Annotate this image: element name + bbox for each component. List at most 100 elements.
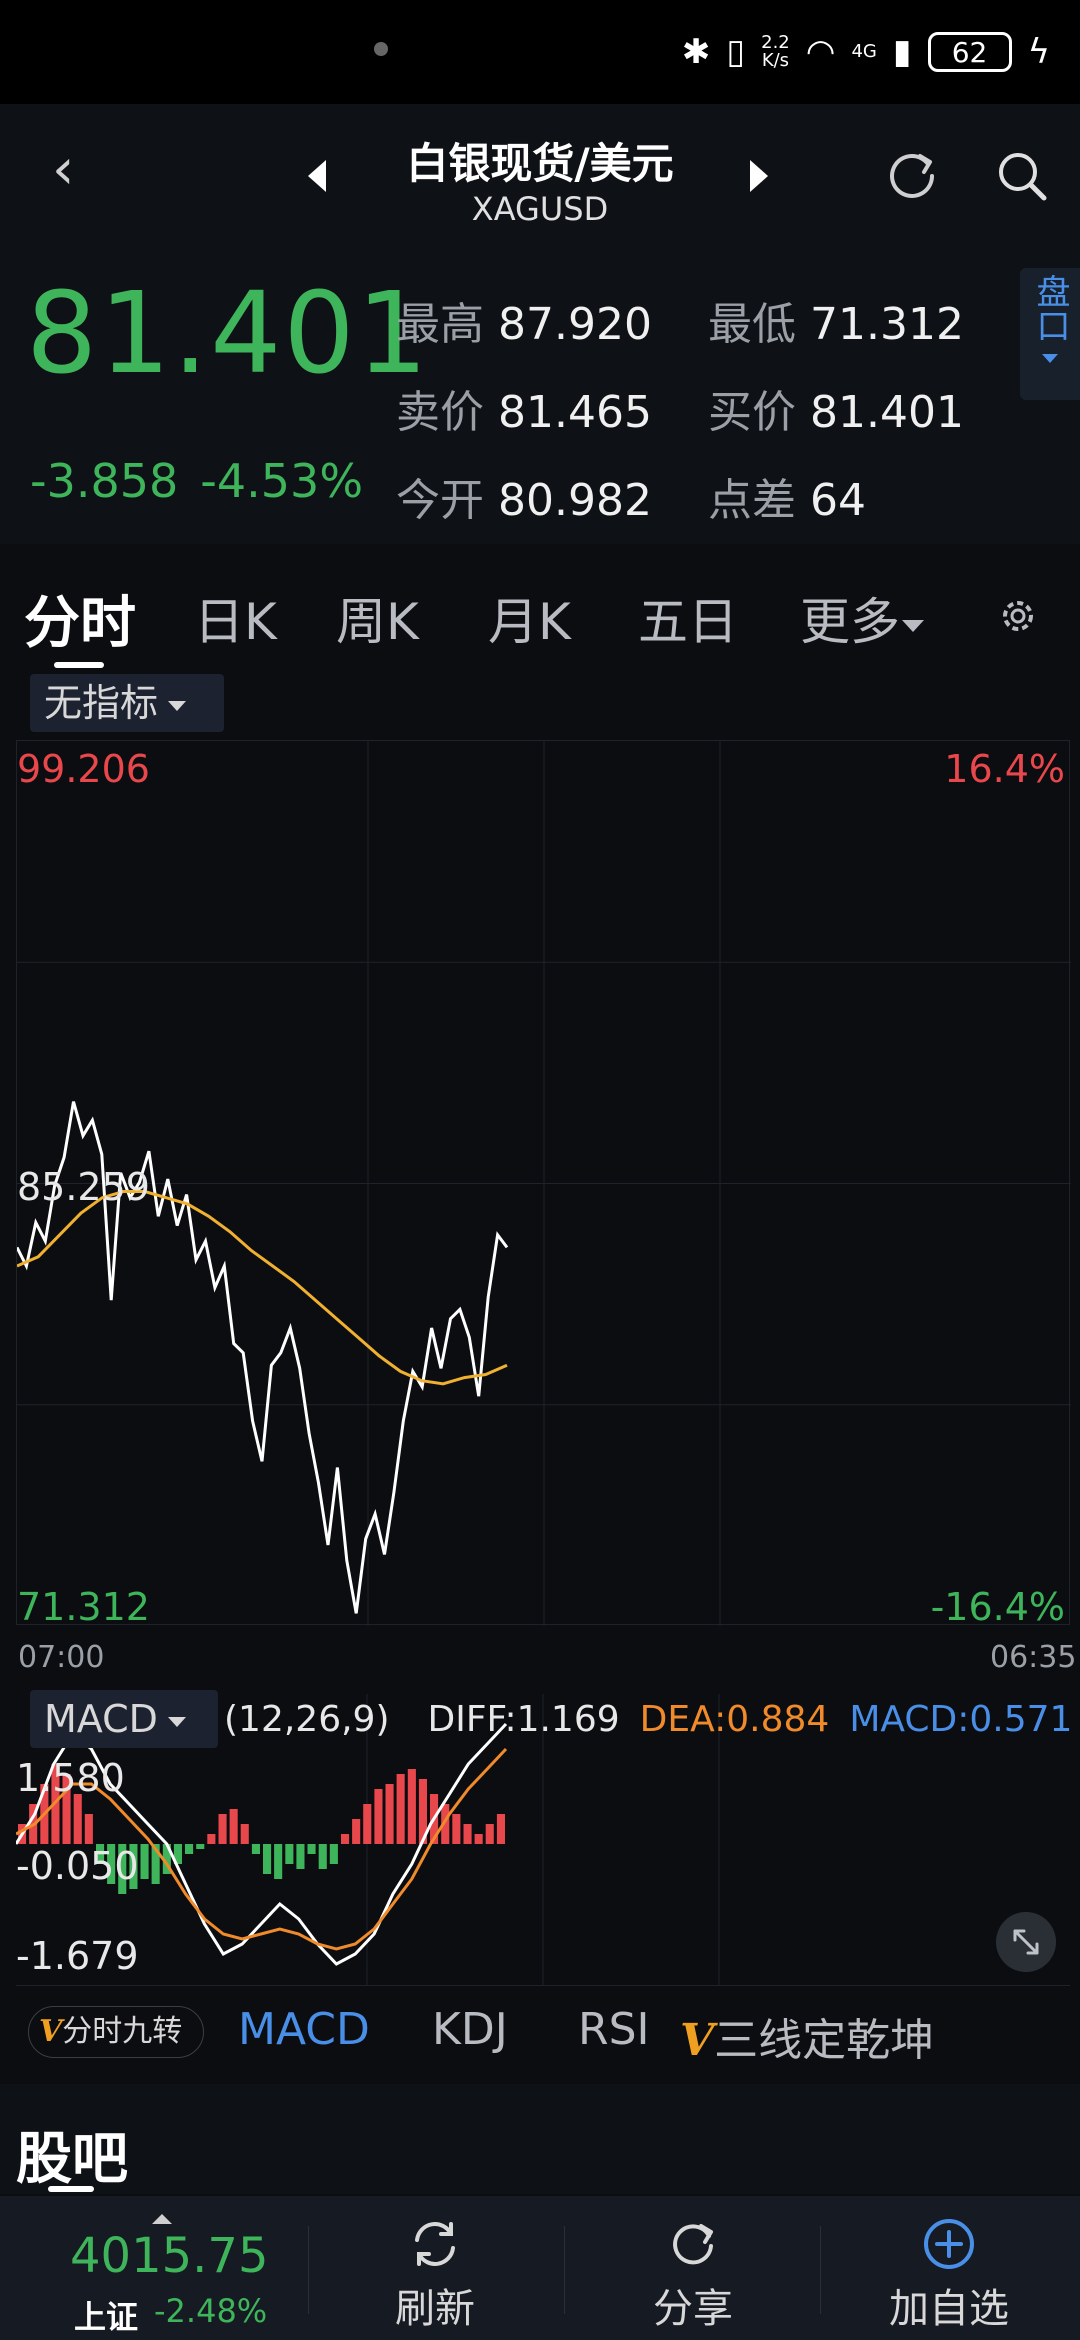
- bid-item: 买价 81.401: [708, 387, 964, 438]
- bottom-bar: 4015.75 上证 -2.48% 刷新 分享 加自选: [0, 2196, 1080, 2340]
- macd-bar: [296, 1844, 305, 1869]
- gear-icon[interactable]: [996, 594, 1040, 638]
- ind-tab-kdj[interactable]: KDJ: [432, 2004, 508, 2055]
- index-value[interactable]: 4015.75: [70, 2228, 269, 2284]
- macd-bar: [474, 1834, 483, 1844]
- refresh-button[interactable]: 刷新: [350, 2216, 520, 2334]
- add-watchlist-label: 加自选: [889, 2286, 1009, 2332]
- prev-instrument-icon[interactable]: [308, 160, 326, 192]
- macd-bar: [140, 1844, 149, 1879]
- tab-underline: [54, 662, 104, 668]
- tab-more[interactable]: 更多: [800, 582, 924, 654]
- time-end: 06:35: [990, 1640, 1077, 1675]
- ind-tab-sanxian[interactable]: V三线定乾坤: [680, 2004, 934, 2068]
- jiuzhuan-pill[interactable]: V分时九转: [28, 2006, 204, 2058]
- forum-title[interactable]: 股吧: [16, 2114, 128, 2195]
- ind-tab-rsi[interactable]: RSI: [578, 2004, 649, 2055]
- add-watchlist-button[interactable]: 加自选: [864, 2216, 1034, 2334]
- macd-bar: [396, 1774, 405, 1844]
- page-title: 白银现货/美元: [406, 139, 674, 188]
- ask-item: 卖价 81.465: [396, 387, 652, 438]
- divider: [820, 2226, 821, 2314]
- macd-dropdown[interactable]: MACD: [30, 1690, 218, 1748]
- search-icon[interactable]: [994, 148, 1050, 204]
- share-icon: [673, 2224, 713, 2265]
- y-axis-top: 99.206: [17, 747, 150, 791]
- macd-axis-bottom: -1.679: [16, 1934, 139, 1978]
- chevron-down-icon: [902, 619, 924, 632]
- quote-panel: 81.401 -3.858 -4.53% 最高 87.920 最低 71.312 卖价…: [0, 224, 1080, 544]
- macd-bar: [374, 1789, 383, 1844]
- pct-axis-top: 16.4%: [944, 747, 1065, 791]
- chevron-up-icon[interactable]: [152, 2214, 172, 2224]
- macd-params: (12,26,9): [224, 1698, 390, 1740]
- tab-weekly-k[interactable]: 周K: [336, 582, 419, 654]
- macd-bar: [318, 1844, 327, 1869]
- spread-item: 点差 64: [708, 475, 866, 526]
- macd-axis-top: 1.580: [16, 1756, 125, 1800]
- chevron-down-icon: [167, 1716, 186, 1727]
- status-bar: ✱ ▯ 2.2 K/s ◠ 4G ▮ 62 ϟ: [0, 0, 1080, 104]
- macd-bar: [185, 1844, 194, 1854]
- macd-bar: [307, 1844, 316, 1854]
- wifi-icon: ◠: [805, 32, 836, 72]
- time-start: 07:00: [18, 1640, 105, 1675]
- share-button[interactable]: 分享: [608, 2216, 778, 2334]
- high-item: 最高 87.920: [396, 299, 652, 350]
- chart-grid: [17, 741, 1071, 1626]
- macd-bar: [196, 1844, 205, 1849]
- low-item: 最低 71.312: [708, 299, 964, 350]
- tab-daily-k[interactable]: 日K: [194, 582, 277, 654]
- macd-bar: [84, 1814, 93, 1844]
- macd-bar: [329, 1844, 338, 1864]
- macd-bar: [251, 1844, 260, 1854]
- tab-monthly-k[interactable]: 月K: [488, 582, 571, 654]
- order-book-button[interactable]: 盘口: [1020, 268, 1080, 400]
- net-speed: 2.2 K/s: [761, 32, 790, 71]
- macd-bar: [218, 1814, 227, 1844]
- v-logo-icon: V: [680, 2015, 715, 2066]
- refresh-label: 刷新: [395, 2286, 475, 2332]
- ind-tab-macd[interactable]: MACD: [238, 2004, 370, 2055]
- symbol-code: XAGUSD: [471, 190, 609, 228]
- tab-intraday[interactable]: 分时: [24, 578, 136, 659]
- tab-five-day[interactable]: 五日: [638, 582, 738, 654]
- change-percent: -4.53%: [200, 454, 364, 508]
- macd-axis-mid: -0.050: [16, 1844, 139, 1888]
- indicator-dropdown[interactable]: 无指标: [30, 674, 224, 732]
- macd-bar: [463, 1824, 472, 1844]
- back-icon[interactable]: ‹: [52, 142, 74, 198]
- refresh-icon: [415, 2222, 455, 2266]
- macd-bar: [363, 1804, 372, 1844]
- y-axis-bottom: 71.312: [17, 1585, 150, 1629]
- expand-icon[interactable]: [996, 1912, 1056, 1972]
- divider: [564, 2226, 565, 2314]
- price-change: -3.858 -4.53%: [30, 454, 385, 508]
- macd-bar: [285, 1844, 294, 1864]
- index-name: 上证: [74, 2298, 139, 2336]
- signal-icon: ▮: [892, 32, 912, 72]
- last-price: 81.401: [26, 269, 430, 399]
- chart-tabs: 分时 日K 周K 月K 五日 更多: [0, 556, 1080, 668]
- macd-bar: [496, 1814, 505, 1844]
- macd-bar: [240, 1824, 249, 1844]
- refresh-icon[interactable]: [884, 146, 940, 202]
- chevron-down-icon: [1042, 354, 1058, 363]
- pct-axis-bottom: -16.4%: [930, 1585, 1065, 1629]
- chevron-down-icon: [168, 700, 187, 711]
- status-icons: ✱ ▯ 2.2 K/s ◠ 4G ▮ 62 ϟ: [682, 28, 1050, 76]
- macd-bar: [341, 1834, 350, 1844]
- plus-circle-icon: [924, 2219, 974, 2269]
- macd-bar: [407, 1769, 416, 1844]
- intraday-chart[interactable]: 99.206 16.4% 85.259 71.312 -16.4%: [16, 740, 1071, 1629]
- macd-diff: DIFF:1.169: [427, 1698, 620, 1740]
- header: ‹ 白银现货/美元 XAGUSD: [0, 104, 1080, 228]
- macd-bar: [274, 1844, 283, 1879]
- index-change: -2.48%: [154, 2292, 268, 2330]
- macd-bar: [229, 1809, 238, 1844]
- vibrate-icon: ▯: [726, 32, 746, 72]
- macd-bar: [385, 1784, 394, 1844]
- next-instrument-icon[interactable]: [750, 160, 768, 192]
- y-axis-mid: 85.259: [17, 1165, 150, 1209]
- bluetooth-icon: ✱: [681, 32, 711, 72]
